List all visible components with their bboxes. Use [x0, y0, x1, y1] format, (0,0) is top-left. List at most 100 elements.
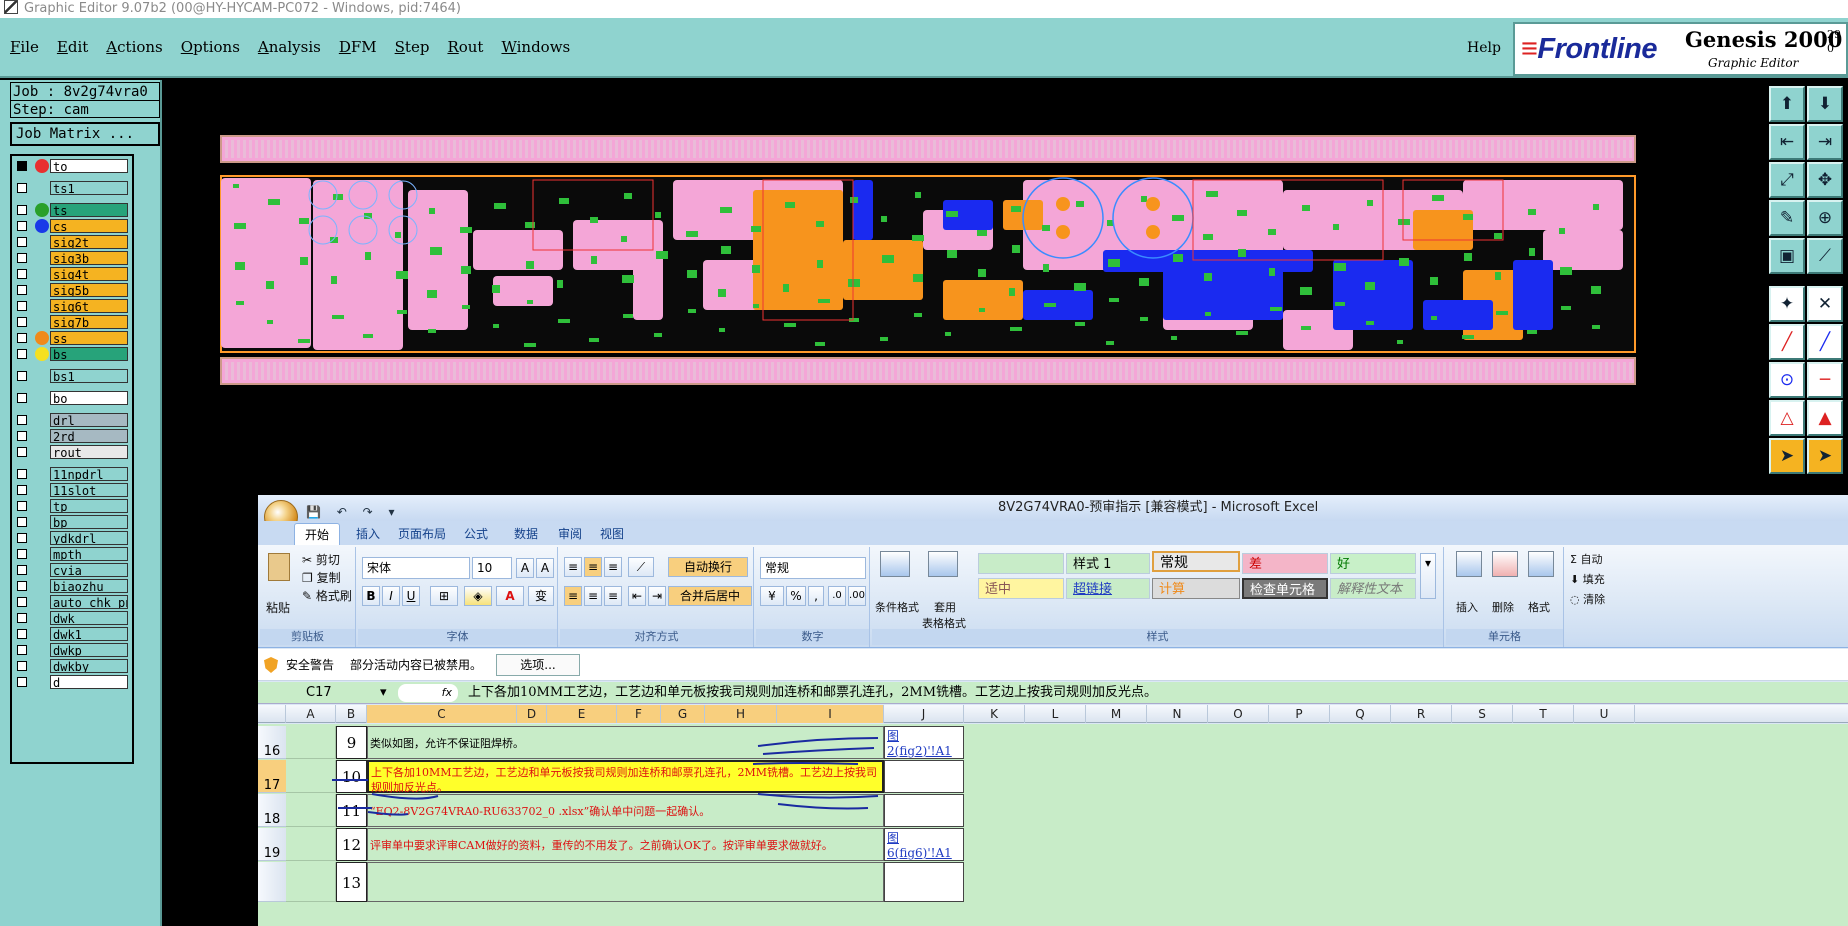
ribbon-tab-0[interactable]: 开始 [294, 523, 341, 545]
layer-name[interactable]: ts [50, 203, 128, 217]
row-header[interactable]: 19 [258, 828, 286, 861]
layer-checkbox[interactable] [17, 565, 27, 575]
layer-checkbox[interactable] [17, 597, 27, 607]
layer-name[interactable]: mpth [50, 547, 128, 561]
table-format-button[interactable]: 套用 [934, 599, 956, 615]
cell-a[interactable] [286, 760, 336, 793]
layer-checkbox[interactable] [17, 533, 27, 543]
decrease-decimal-button[interactable]: .00 [848, 586, 866, 606]
column-header-G[interactable]: G [661, 705, 705, 723]
pan-button[interactable]: ✥ [1807, 162, 1843, 198]
layer-checkbox[interactable] [17, 349, 27, 359]
cell-item-number[interactable]: 11 [336, 794, 367, 827]
layer-name[interactable]: bs1 [50, 369, 128, 383]
align-middle-button[interactable]: ≡ [584, 557, 602, 577]
layer-name[interactable]: sig4t [50, 267, 128, 281]
triangle-button[interactable]: △ [1769, 400, 1805, 436]
layer-name[interactable]: 2rd [50, 429, 128, 443]
layer-checkbox[interactable] [17, 485, 27, 495]
style-neutral[interactable]: 适中 [978, 578, 1064, 599]
style-normal[interactable]: 常规 [1152, 551, 1240, 572]
fill-button[interactable]: ⬇ 填充 [1570, 571, 1605, 587]
worksheet-grid[interactable]: 16 9 类似如图，允许不保证阻焊桥。图 2(fig2)'!A1 17 10 上下各加10… [258, 724, 1848, 926]
name-box[interactable]: C17 [258, 682, 378, 704]
column-header-E[interactable]: E [547, 705, 617, 723]
layer-checkbox[interactable] [17, 549, 27, 559]
column-header-T[interactable]: T [1513, 705, 1574, 723]
layer-row-dwkp[interactable]: dwkp [14, 642, 130, 658]
node-button[interactable]: ⊙ [1769, 362, 1805, 398]
style-check-cell[interactable]: 检查单元格 [1242, 578, 1328, 599]
layer-checkbox[interactable] [17, 517, 27, 527]
insert-function-button[interactable]: fx [398, 684, 458, 702]
underline-button[interactable]: U [402, 586, 420, 606]
row-header[interactable]: 18 [258, 794, 286, 827]
column-header-N[interactable]: N [1147, 705, 1208, 723]
cell-a[interactable] [286, 726, 336, 759]
style-calc[interactable]: 计算 [1152, 578, 1240, 599]
number-format-select[interactable]: 常规 [760, 557, 866, 579]
job-matrix-button[interactable]: Job Matrix ... [10, 122, 160, 146]
cell-a[interactable] [286, 862, 336, 902]
layer-name[interactable]: 11npdrl [50, 467, 128, 481]
style-blank[interactable] [978, 553, 1064, 574]
layer-checkbox[interactable] [17, 661, 27, 671]
align-left-button[interactable]: ≡ [564, 586, 582, 606]
increase-decimal-button[interactable]: .0 [828, 586, 846, 606]
accounting-format-button[interactable]: ¥ [760, 586, 784, 606]
cell-item-number[interactable]: 12 [336, 828, 367, 861]
select-button[interactable]: ▣ [1769, 238, 1805, 274]
layer-row-11slot[interactable]: 11slot [14, 482, 130, 498]
layer-row-rout[interactable]: rout [14, 444, 130, 460]
layer-row-d[interactable]: d [14, 674, 130, 690]
layer-row-cs[interactable]: cs [14, 218, 130, 234]
column-header-L[interactable]: L [1025, 705, 1086, 723]
layer-row-sig4t[interactable]: sig4t [14, 266, 130, 282]
column-header-B[interactable]: B [336, 705, 367, 723]
layer-name[interactable]: bs [50, 347, 128, 361]
layer-checkbox[interactable] [17, 317, 27, 327]
layer-name[interactable]: biaozhu [50, 579, 128, 593]
split-button[interactable]: ─ [1807, 362, 1843, 398]
cell-item-number[interactable]: 9 [336, 726, 367, 759]
cell-instruction-text[interactable]: 评审单中要求评审CAM做好的资料，重传的不用发了。之前确认OK了。按评审单要求做… [367, 828, 884, 861]
layer-row-ts[interactable]: ts [14, 202, 130, 218]
layer-row-bs[interactable]: bs [14, 346, 130, 362]
name-box-dropdown-icon[interactable]: ▾ [380, 682, 387, 704]
layer-row-bo[interactable]: bo [14, 390, 130, 406]
column-header-S[interactable]: S [1452, 705, 1513, 723]
cell-a[interactable] [286, 828, 336, 861]
clear-button[interactable]: ◌ 清除 [1570, 591, 1605, 607]
zoom-in-step-button[interactable]: ⇤ [1769, 124, 1805, 160]
font-name-select[interactable]: 宋体 [362, 557, 470, 579]
column-header-J[interactable]: J [884, 705, 964, 723]
layer-checkbox[interactable] [17, 269, 27, 279]
triangle-fill-button[interactable]: ▲ [1807, 400, 1843, 436]
cell-figure-link[interactable]: 图 6(fig6)'!A1 [884, 828, 964, 861]
font-color-button[interactable]: A [496, 586, 524, 606]
layer-name[interactable]: sig5b [50, 283, 128, 297]
layer-name[interactable]: dwk [50, 611, 128, 625]
layer-checkbox[interactable] [17, 393, 27, 403]
column-header-I[interactable]: I [777, 705, 884, 723]
layer-name[interactable]: auto_chk_pn. [50, 595, 128, 609]
layer-row-sig5b[interactable]: sig5b [14, 282, 130, 298]
layer-name[interactable]: sig6t [50, 299, 128, 313]
layer-name[interactable]: sig3b [50, 251, 128, 265]
layer-row-sig2t[interactable]: sig2t [14, 234, 130, 250]
column-header-Q[interactable]: Q [1330, 705, 1391, 723]
menu-analysis[interactable]: Analysis [258, 38, 321, 62]
ribbon-tab-3[interactable]: 公式 [454, 523, 498, 545]
layer-name[interactable]: bp [50, 515, 128, 529]
layer-checkbox[interactable] [17, 253, 27, 263]
style-1[interactable]: 样式 1 [1066, 553, 1150, 574]
layer-row-cvia[interactable]: cvia [14, 562, 130, 578]
layer-name[interactable]: dwkp [50, 643, 128, 657]
menu-step[interactable]: Step [395, 38, 430, 62]
layer-name[interactable]: dwkby [50, 659, 128, 673]
ribbon-tab-1[interactable]: 插入 [346, 523, 390, 545]
fit-screen-button[interactable]: ⤢ [1769, 162, 1805, 198]
line-red-button[interactable]: ╱ [1769, 324, 1805, 360]
column-header-F[interactable]: F [617, 705, 661, 723]
put-layer-button[interactable]: ⬆ [1769, 86, 1805, 122]
